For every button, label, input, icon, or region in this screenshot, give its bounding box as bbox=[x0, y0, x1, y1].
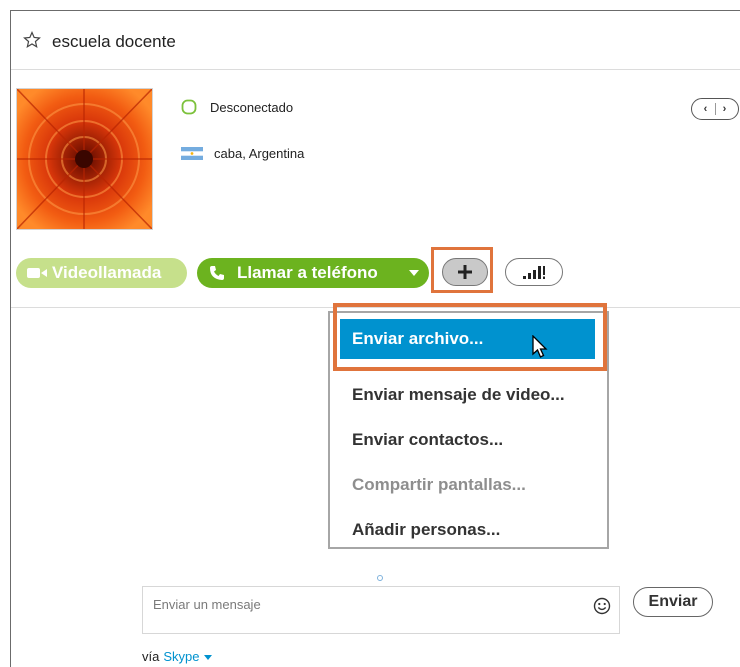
menu-item-send-video-message[interactable]: Enviar mensaje de video... bbox=[352, 385, 565, 405]
via-skype-link[interactable]: Skype bbox=[163, 649, 199, 664]
call-quality-button[interactable] bbox=[505, 258, 563, 286]
via-selector[interactable]: vía Skype bbox=[142, 649, 213, 664]
call-phone-label: Llamar a teléfono bbox=[237, 263, 378, 282]
menu-item-add-people[interactable]: Añadir personas... bbox=[352, 520, 500, 540]
send-button[interactable]: Enviar bbox=[633, 587, 713, 617]
conversation-header: escuela docente bbox=[11, 11, 740, 70]
typing-indicator-dot bbox=[377, 575, 383, 581]
status-text: Desconectado bbox=[210, 99, 294, 115]
offline-status-icon bbox=[181, 99, 197, 115]
video-camera-icon bbox=[27, 268, 47, 278]
location-text: caba, Argentina bbox=[214, 146, 305, 161]
location: caba, Argentina bbox=[181, 146, 304, 161]
emoticon-icon[interactable] bbox=[593, 597, 611, 615]
call-dropdown-caret-icon[interactable] bbox=[409, 270, 419, 276]
avatar bbox=[16, 88, 153, 230]
menu-item-share-screens: Compartir pantallas... bbox=[352, 475, 526, 494]
signal-bars-icon bbox=[523, 266, 545, 279]
video-call-label: Videollamada bbox=[52, 263, 162, 282]
next-arrow-icon[interactable]: › bbox=[716, 103, 734, 115]
presence-status: Desconectado bbox=[181, 99, 293, 115]
conversation-window: escuela docente Desconectado caba, Argen… bbox=[10, 10, 740, 667]
previous-arrow-icon[interactable]: ‹ bbox=[697, 103, 715, 115]
plus-icon bbox=[458, 265, 472, 279]
send-label: Enviar bbox=[648, 593, 698, 610]
via-prefix: vía bbox=[142, 649, 160, 664]
profile-pager[interactable]: ‹ › bbox=[691, 98, 739, 120]
video-call-button[interactable]: Videollamada bbox=[16, 258, 187, 288]
message-input[interactable]: Enviar un mensaje bbox=[142, 586, 620, 634]
favorite-star-icon[interactable] bbox=[23, 31, 41, 49]
phone-icon bbox=[210, 266, 224, 280]
send-file-highlight bbox=[333, 303, 607, 371]
menu-item-send-contacts[interactable]: Enviar contactos... bbox=[352, 430, 503, 450]
contact-name: escuela docente bbox=[52, 32, 176, 51]
call-phone-button[interactable]: Llamar a teléfono bbox=[197, 258, 429, 288]
message-placeholder: Enviar un mensaje bbox=[153, 597, 261, 612]
more-options-button[interactable] bbox=[442, 258, 488, 286]
argentina-flag-icon bbox=[181, 147, 203, 160]
chevron-down-icon[interactable] bbox=[204, 655, 213, 660]
